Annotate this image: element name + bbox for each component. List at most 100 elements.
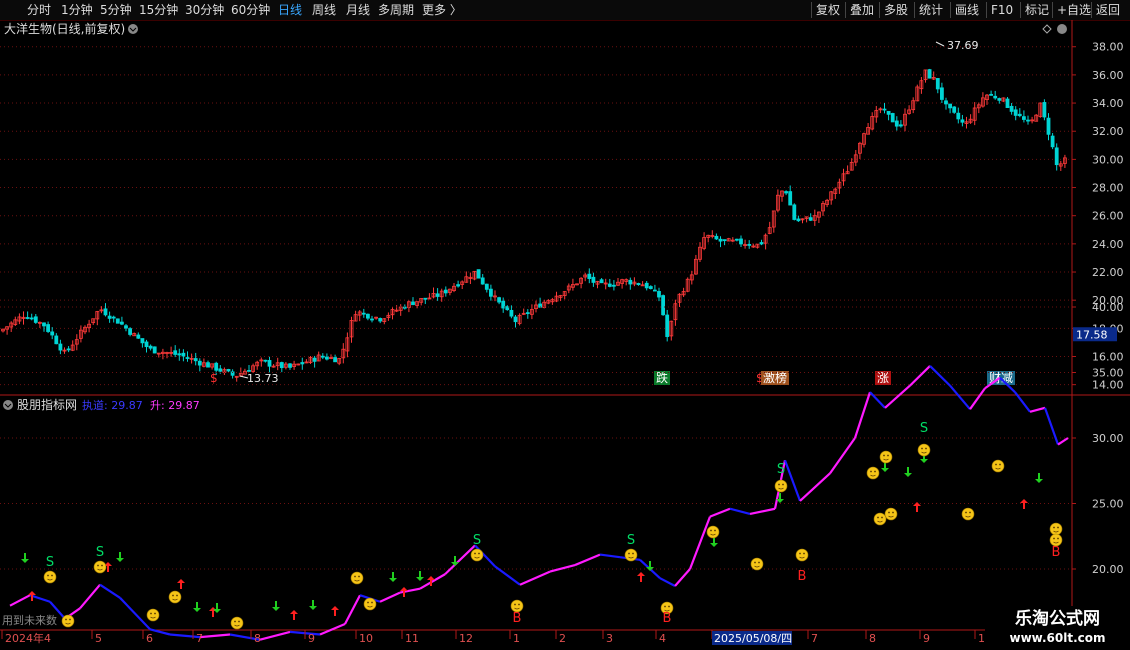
candle-body [1054,147,1059,166]
candle-body [497,297,502,303]
candle-body [218,368,223,372]
candle-body [1013,109,1018,116]
time-cursor-label: 2025/05/08/四 [714,632,792,645]
candle-body [214,362,219,371]
candle-body [120,321,124,325]
diamond-icon[interactable] [1042,24,1052,34]
toolbar-tab-7[interactable]: 周线 [312,2,336,18]
candle-body [300,362,305,365]
candle-body [653,289,657,292]
green-down-arrow-icon [389,572,397,582]
smiley-eye [69,618,71,621]
smiley-eye [367,601,369,604]
smiley-eye [172,594,174,597]
toolbar-tab-9[interactable]: 多周期 [378,2,414,18]
signal-letter: B [1052,545,1061,560]
candle-body [644,282,649,289]
candle-body [50,331,55,336]
indicator-line-segment [783,459,802,502]
toolbar-button-2[interactable]: 多股 [884,2,908,18]
period-toolbar: 分时 1分钟 5分钟 15分钟 30分钟 60分钟 日线 周线 月线 多周期 更多 〉 复权 叠加 多股统… [0,0,1130,21]
candle-body [488,288,493,297]
candle-body [714,235,719,240]
toolbar-tab-2[interactable]: 5分钟 [100,2,132,18]
red-up-arrow-icon [331,606,339,616]
candle-body [886,110,891,115]
smiley-eye [632,552,634,555]
toolbar-button-4[interactable]: 画线 [955,2,979,18]
toolbar-tab-3[interactable]: 15分钟 [139,2,178,18]
green-down-arrow-icon [710,537,718,547]
toolbar-button-6[interactable]: 标记 [1025,2,1049,18]
candle-body [33,316,38,323]
toolbar-tab-6[interactable]: 日线 [278,2,302,18]
candle-body [956,112,961,120]
chevron-down-icon[interactable] [3,400,13,410]
indicator-line-segment [519,570,551,586]
candle-body [66,348,71,351]
candle-body [952,106,957,113]
smiley-icon [230,616,244,630]
signal-letter: S [96,545,104,560]
toolbar-button-7[interactable]: +自选 [1057,2,1091,18]
candle-body [423,297,428,300]
indicator-line-segment [99,583,121,599]
red-up-arrow-icon [913,502,921,512]
chevron-down-icon[interactable] [1057,24,1067,34]
indicator-tick-label: 40.00 [1092,301,1124,314]
toolbar-tab-8[interactable]: 月线 [346,2,370,18]
last-price-label: 17.58 [1076,328,1108,341]
candle-body [111,316,116,319]
candle-body [370,318,374,321]
smiley-eye [51,574,53,577]
time-tick-label: 3 [606,632,613,645]
event-marker: 跌 [656,370,668,385]
candle-body [103,308,108,316]
time-tick-label: 1 [978,632,985,645]
toolbar-separator [845,2,846,18]
toolbar-tab-4[interactable]: 30分钟 [185,2,224,18]
time-tick-label: 1 [513,632,520,645]
smiley-icon [991,459,1005,473]
smiley-eye [803,552,805,555]
toolbar-tab-1[interactable]: 1分钟 [61,2,93,18]
candle-body [411,301,415,306]
smiley-eye [1057,537,1059,540]
red-up-arrow-icon [290,610,298,620]
candle-body [1046,117,1051,135]
price-tick-label: 38.00 [1092,41,1124,54]
smiley-eye [1053,537,1055,540]
signal-letter: S [920,421,928,436]
toolbar-tab-10[interactable]: 更多 〉 [422,2,462,18]
green-down-arrow-icon [272,601,280,611]
time-tick-label: 6 [146,632,153,645]
toolbar-tab-0[interactable]: 分时 [27,2,51,18]
smiley-eye [664,605,666,608]
candle-body [993,95,998,99]
chevron-down-icon[interactable] [128,24,138,34]
toolbar-button-3[interactable]: 统计 [919,2,943,18]
candle-body [333,357,338,363]
candle-body [46,324,50,332]
smiley-eye [97,564,99,567]
candle-body [894,120,899,127]
indicator-line-segment [1043,407,1060,445]
time-tick-label: 8 [254,632,261,645]
indicator-line-segment [909,365,931,387]
smiley-eye [154,612,156,615]
watermark: 乐淘公式网 www.60lt.com [985,606,1130,650]
smiley-icon [93,560,107,574]
smiley-eye [921,447,923,450]
candle-body [206,362,210,368]
toolbar-button-0[interactable]: 复权 [816,2,840,18]
chart-area[interactable]: 38.00 36.00 34.00 32.00 30.00 28.00 26.00 24.00… [0,20,1130,650]
smiley-icon [873,512,887,526]
toolbar-button-5[interactable]: F10 [991,2,1013,18]
candle-body [29,317,34,320]
candle-body [1026,119,1030,122]
candle-body [989,93,993,96]
toolbar-button-8[interactable]: 返回 [1096,2,1120,18]
toolbar-tab-5[interactable]: 60分钟 [231,2,270,18]
toolbar-button-1[interactable]: 叠加 [850,2,874,18]
candle-body [173,350,178,355]
